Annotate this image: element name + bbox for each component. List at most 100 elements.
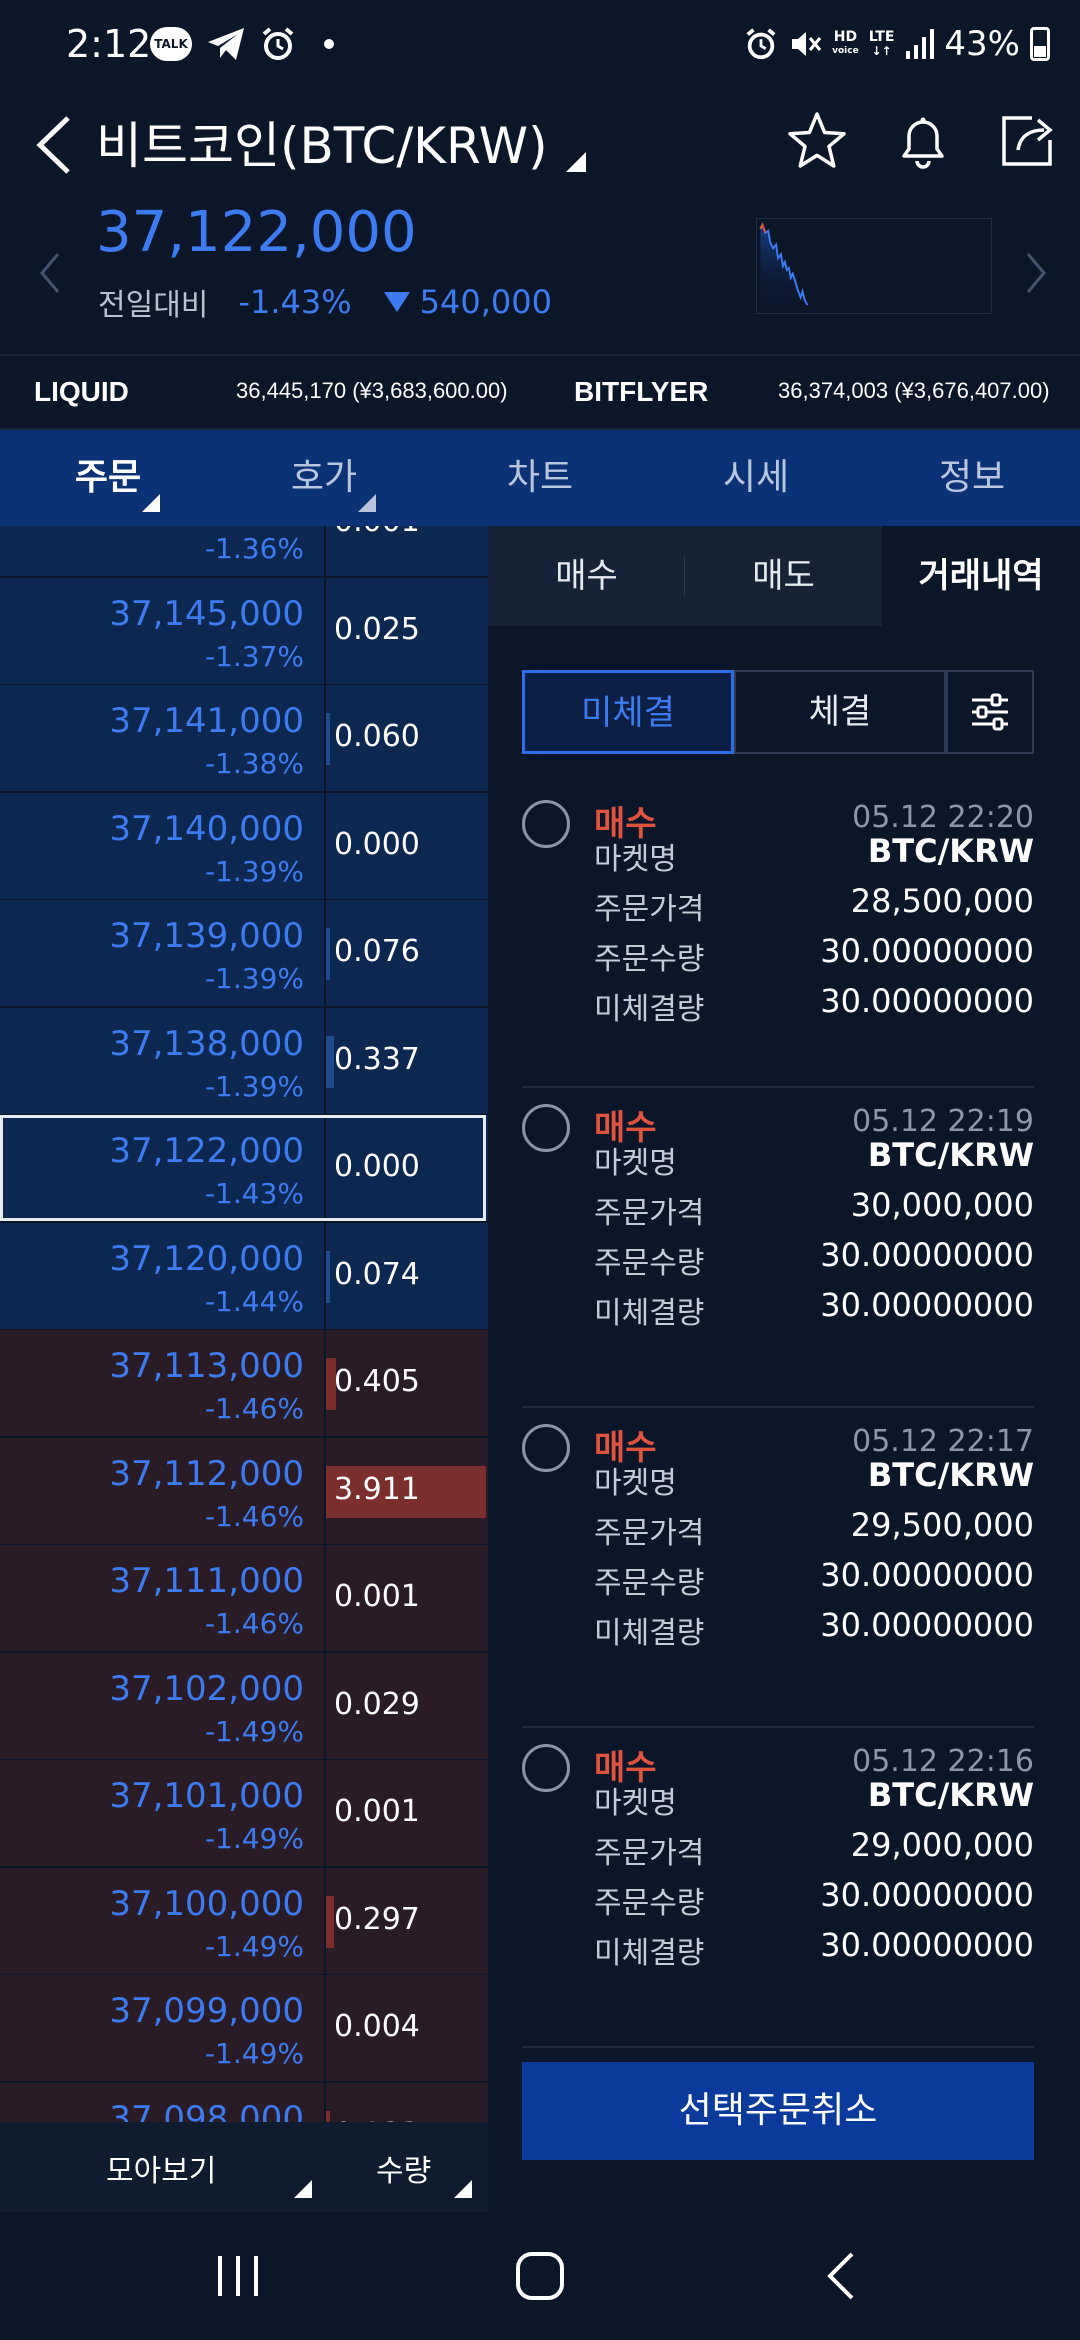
tab-orderbook-label: 호가 bbox=[290, 457, 358, 498]
orderbook-row[interactable]: 37,099,000 -1.49% 0.004 bbox=[0, 1975, 488, 2081]
orderbook-row[interactable]: 37,113,000 -1.46% 0.405 bbox=[0, 1330, 488, 1436]
orderbook-row[interactable]: 37,112,000 -1.46% 3.911 bbox=[0, 1437, 488, 1544]
orderbook-price-cell[interactable]: 37,112,000 -1.46% bbox=[0, 1437, 324, 1544]
orderbook-price-cell[interactable]: 37,113,000 -1.46% bbox=[0, 1330, 324, 1436]
filter-unfilled[interactable]: 미체결 bbox=[522, 670, 734, 754]
orderbook-percent: -1.49% bbox=[204, 2037, 304, 2070]
order-select-radio[interactable] bbox=[522, 1744, 570, 1792]
title-dropdown-caret-icon[interactable] bbox=[566, 152, 586, 172]
order-history-item[interactable]: 매수 05.12 22:16 마켓명 BTC/KRW 주문가격 29,000,000 주문수… bbox=[522, 1728, 1034, 2048]
next-coin-chevron-icon[interactable] bbox=[1022, 248, 1050, 298]
orderbook-price: 37,099,000 bbox=[109, 1991, 304, 2031]
filter-filled[interactable]: 체결 bbox=[734, 670, 946, 754]
orderbook-qty-cell[interactable]: 3.911 bbox=[326, 1437, 488, 1544]
orderbook-qty-cell[interactable]: 0.060 bbox=[326, 685, 488, 791]
orderbook-price-cell[interactable]: 37,111,000 -1.46% bbox=[0, 1545, 324, 1651]
orderbook-row[interactable]: 37,145,000 -1.37% 0.025 bbox=[0, 577, 488, 684]
filter-settings-button[interactable] bbox=[946, 670, 1034, 754]
orderbook-row[interactable]: 37,140,000 -1.39% 0.000 bbox=[0, 792, 488, 899]
quantity-unit-dropdown[interactable]: 수량 bbox=[376, 2146, 431, 2190]
orderbook-qty-cell[interactable]: 0.076 bbox=[326, 900, 488, 1006]
order-select-radio[interactable] bbox=[522, 800, 570, 848]
orderbook-qty-cell[interactable]: 0.001 bbox=[326, 526, 488, 576]
subtab-sell[interactable]: 매도 bbox=[685, 526, 882, 626]
orderbook-row[interactable]: 37,111,000 -1.46% 0.001 bbox=[0, 1545, 488, 1651]
orderbook-volume-bar bbox=[326, 713, 330, 765]
orderbook-price-cell[interactable]: 37,122,000 -1.43% bbox=[0, 1115, 324, 1221]
orderbook-percent: -1.49% bbox=[204, 1822, 304, 1855]
order-field-label: 미체결량 bbox=[594, 1616, 705, 1651]
orderbook-row[interactable]: 37,102,000 -1.49% 0.029 bbox=[0, 1652, 488, 1759]
orderbook-price-cell[interactable]: 37,101,000 -1.49% bbox=[0, 1760, 324, 1866]
orderbook-price-cell[interactable]: -1.36% bbox=[0, 526, 324, 576]
orderbook-price-cell[interactable]: 37,145,000 -1.37% bbox=[0, 577, 324, 684]
tab-orderbook[interactable]: 호가 bbox=[216, 430, 432, 526]
orderbook-qty-cell[interactable]: 0.074 bbox=[326, 1222, 488, 1329]
tab-caret-icon bbox=[358, 494, 376, 512]
orderbook-price-cell[interactable]: 37,100,000 -1.49% bbox=[0, 1867, 324, 1974]
share-icon[interactable] bbox=[994, 108, 1060, 174]
coin-title[interactable]: 비트코인(BTC/KRW) bbox=[96, 106, 548, 178]
orderbook-price-cell[interactable]: 37,141,000 -1.38% bbox=[0, 685, 324, 791]
orderbook-qty-cell[interactable]: 0.029 bbox=[326, 1652, 488, 1759]
order-field-label: 미체결량 bbox=[594, 992, 705, 1027]
tab-market-price[interactable]: 시세 bbox=[648, 430, 864, 526]
subtab-buy[interactable]: 매수 bbox=[488, 526, 686, 626]
orderbook-qty-cell[interactable]: 0.000 bbox=[326, 792, 488, 899]
tab-chart[interactable]: 차트 bbox=[432, 430, 648, 526]
recent-apps-icon[interactable] bbox=[208, 2246, 268, 2306]
group-view-dropdown[interactable]: 모아보기 bbox=[106, 2146, 216, 2190]
orderbook-qty-cell[interactable]: 0.405 bbox=[326, 1330, 488, 1436]
orderbook-volume-bar bbox=[326, 1035, 334, 1088]
prev-coin-chevron-icon[interactable] bbox=[36, 248, 64, 298]
orderbook-price-cell[interactable]: 37,099,000 -1.49% bbox=[0, 1975, 324, 2081]
cancel-selected-orders-button[interactable]: 선택주문취소 bbox=[522, 2062, 1034, 2160]
order-history-item[interactable]: 매수 05.12 22:19 마켓명 BTC/KRW 주문가격 30,000,000 주문수… bbox=[522, 1088, 1034, 1408]
orderbook-row[interactable]: 37,139,000 -1.39% 0.076 bbox=[0, 900, 488, 1006]
orderbook-volume-bar bbox=[326, 2110, 330, 2122]
order-history-item[interactable]: 매수 05.12 22:20 마켓명 BTC/KRW 주문가격 28,500,000 주문수… bbox=[522, 784, 1034, 1088]
tab-info[interactable]: 정보 bbox=[864, 430, 1080, 526]
orderbook-row[interactable]: 37,101,000 -1.49% 0.001 bbox=[0, 1760, 488, 1866]
orderbook-row-current[interactable]: 37,122,000 -1.43% 0.000 bbox=[0, 1115, 488, 1221]
order-select-radio[interactable] bbox=[522, 1424, 570, 1472]
orderbook-row[interactable]: -1.36% 0.001 bbox=[0, 526, 488, 576]
orderbook-qty-cell[interactable]: 0.000 bbox=[326, 1115, 488, 1221]
orderbook-list[interactable]: -1.36% 0.001 37,145,000 -1.37% 0.025 37,141,0… bbox=[0, 526, 488, 2122]
orderbook-qty-cell[interactable]: 0.025 bbox=[326, 577, 488, 684]
favorite-star-icon[interactable] bbox=[784, 108, 850, 174]
orderbook-qty-cell[interactable]: 0.133 bbox=[326, 2082, 488, 2122]
orderbook-quantity: 0.074 bbox=[334, 1256, 420, 1292]
orderbook-row[interactable]: 37,141,000 -1.38% 0.060 bbox=[0, 685, 488, 791]
orderbook-qty-cell[interactable]: 0.001 bbox=[326, 1545, 488, 1651]
orderbook-qty-cell[interactable]: 0.004 bbox=[326, 1975, 488, 2081]
order-qty-value: 30.00000000 bbox=[820, 932, 1034, 970]
orderbook-qty-cell[interactable]: 0.001 bbox=[326, 1760, 488, 1866]
orderbook-row[interactable]: 37,100,000 -1.49% 0.297 bbox=[0, 1867, 488, 1974]
order-select-radio[interactable] bbox=[522, 1104, 570, 1152]
tab-market-price-label: 시세 bbox=[722, 457, 790, 498]
order-panel: 매수 매도 거래내역 미체결 체결 매수 05.12 22:20 마켓명 BTC/KR… bbox=[488, 526, 1080, 2212]
orderbook-price-cell[interactable]: 37,102,000 -1.49% bbox=[0, 1652, 324, 1759]
orderbook-quantity: 0.297 bbox=[334, 1901, 420, 1937]
orderbook-row[interactable]: 37,120,000 -1.44% 0.074 bbox=[0, 1222, 488, 1329]
subtab-history[interactable]: 거래내역 bbox=[882, 526, 1080, 626]
mini-price-chart[interactable] bbox=[756, 218, 992, 314]
orderbook-qty-cell[interactable]: 0.297 bbox=[326, 1867, 488, 1974]
orderbook-row[interactable]: 37,138,000 -1.39% 0.337 bbox=[0, 1007, 488, 1114]
back-chevron-icon[interactable] bbox=[28, 110, 78, 180]
notification-bell-icon[interactable] bbox=[890, 108, 956, 174]
home-icon[interactable] bbox=[510, 2246, 570, 2306]
tab-order[interactable]: 주문 bbox=[0, 430, 216, 526]
orderbook-row[interactable]: 37,098,000 0.133 bbox=[0, 2082, 488, 2122]
orderbook-price-cell[interactable]: 37,098,000 bbox=[0, 2082, 324, 2122]
back-icon[interactable] bbox=[812, 2246, 872, 2306]
order-history-item[interactable]: 매수 05.12 22:17 마켓명 BTC/KRW 주문가격 29,500,000 주문수… bbox=[522, 1408, 1034, 1728]
orderbook-price-cell[interactable]: 37,138,000 -1.39% bbox=[0, 1007, 324, 1114]
orderbook-qty-cell[interactable]: 0.337 bbox=[326, 1007, 488, 1114]
orderbook-price: 37,113,000 bbox=[109, 1346, 304, 1386]
orderbook-price-cell[interactable]: 37,120,000 -1.44% bbox=[0, 1222, 324, 1329]
lte-icon: LTE ↓↑ bbox=[868, 29, 895, 58]
orderbook-price-cell[interactable]: 37,140,000 -1.39% bbox=[0, 792, 324, 899]
orderbook-price-cell[interactable]: 37,139,000 -1.39% bbox=[0, 900, 324, 1006]
